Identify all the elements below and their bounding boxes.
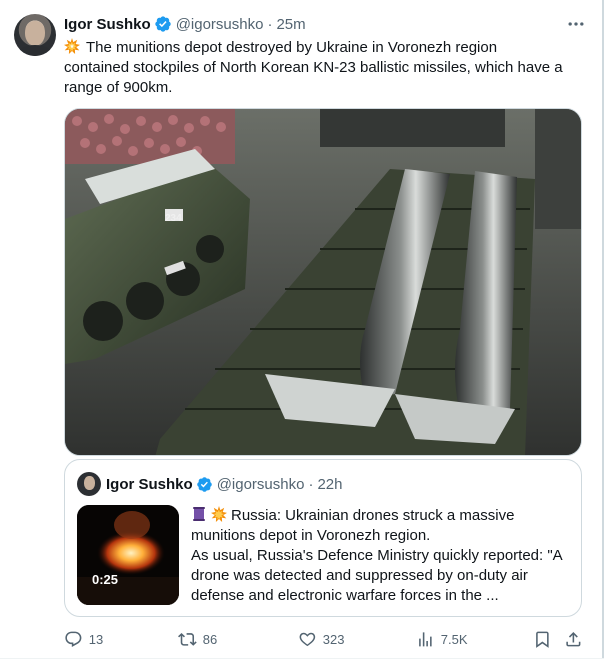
author-name[interactable]: Igor Sushko (64, 16, 151, 33)
author-avatar[interactable] (14, 14, 56, 56)
more-icon[interactable] (566, 14, 586, 34)
views-count: 7.5K (440, 631, 468, 647)
tweet-action-bar: 13 86 323 7.5K (64, 628, 584, 650)
reply-count: 13 (88, 631, 104, 647)
avatar-face (25, 21, 45, 46)
missile-parade-photo: 234 (65, 109, 581, 455)
like-button[interactable]: 323 (298, 628, 344, 650)
quoted-tweet-card[interactable]: Igor Sushko @igorsushko · 22h 0:25 Russi… (64, 459, 582, 617)
quoted-tweet-header: Igor Sushko @igorsushko · 22h (106, 474, 343, 494)
tweet-timestamp[interactable]: 25m (276, 16, 305, 33)
bookmark-button[interactable] (533, 628, 552, 650)
tweet-text-line-1: The munitions depot destroyed by Ukraine… (64, 38, 584, 58)
tweet-text-line-3: range of 900km. (64, 79, 173, 96)
avatar-shoulders (18, 45, 52, 56)
reply-icon (65, 631, 82, 647)
quoted-author-name: Igor Sushko (106, 475, 193, 493)
views-icon (419, 631, 432, 647)
tweet-text-line-1-content: The munitions depot destroyed by Ukraine… (86, 39, 498, 56)
quoted-text-line-1: Russia: Ukrainian drones struck a massiv… (191, 506, 571, 526)
quoted-header-separator: · (308, 475, 314, 493)
tweet-text-line-2: contained stockpiles of North Korean KN-… (64, 59, 563, 76)
quoted-text-line-4: drone was detected and suppressed by on-… (191, 567, 528, 584)
tweet-header: Igor Sushko @igorsushko · 25m (64, 14, 306, 34)
verified-badge-icon (196, 476, 213, 493)
quoted-author-handle: @igorsushko (216, 475, 305, 493)
quoted-author-avatar (77, 472, 101, 496)
header-separator: · (267, 15, 273, 33)
tweet-text: The munitions depot destroyed by Ukraine… (64, 38, 584, 98)
explosion-video-frame (77, 505, 179, 605)
tweet-media-image[interactable]: 234 (64, 108, 582, 456)
collision-emoji-icon (64, 38, 80, 54)
views-button[interactable]: 7.5K (416, 628, 468, 650)
video-duration: 0:25 (92, 572, 119, 587)
quoted-avatar-face (84, 476, 95, 490)
author-handle[interactable]: @igorsushko (176, 16, 264, 33)
like-count: 323 (322, 631, 345, 647)
quoted-timestamp: 22h (317, 475, 343, 493)
heart-icon (299, 632, 316, 646)
share-icon (566, 631, 581, 647)
verified-badge-icon[interactable] (154, 15, 172, 33)
quoted-text-line-2: munitions depot in Voronezh region. (191, 527, 431, 544)
quoted-text-line-3: As usual, Russia's Defence Ministry quic… (191, 547, 563, 564)
share-button[interactable] (564, 628, 583, 650)
quoted-text-line-1-content: Russia: Ukrainian drones struck a massiv… (231, 507, 515, 524)
quoted-tweet-text: Russia: Ukrainian drones struck a massiv… (191, 506, 571, 606)
quoted-video-thumbnail[interactable]: 0:25 (77, 505, 179, 605)
collision-emoji-icon (211, 506, 227, 522)
repost-count: 86 (202, 631, 218, 647)
scroll-emoji-icon (191, 506, 207, 522)
vehicle-number-label: 234 (165, 213, 182, 224)
repost-icon (178, 632, 197, 646)
repost-button[interactable]: 86 (178, 628, 217, 650)
quoted-text-line-5: defense and electronic warfare forces in… (191, 587, 499, 604)
reply-button[interactable]: 13 (64, 628, 103, 650)
bookmark-icon (536, 631, 549, 648)
